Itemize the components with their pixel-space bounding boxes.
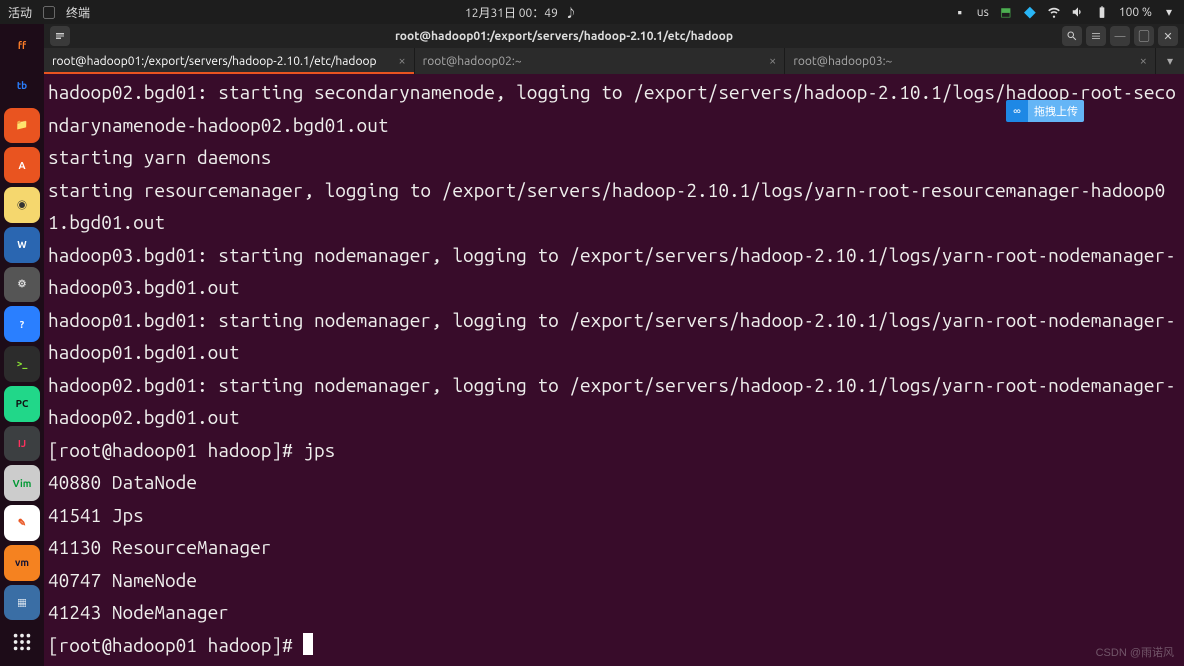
volume-icon[interactable] [1071, 5, 1085, 19]
terminal-line: 41130 ResourceManager [48, 531, 1180, 564]
tab-label: root@hadoop02:~ [423, 55, 522, 68]
terminal-line: [root@hadoop01 hadoop]# [48, 629, 1180, 662]
dock-app-thunderbird[interactable]: tb [4, 68, 40, 104]
dock-app-terminal[interactable]: >_ [4, 346, 40, 382]
terminal-line: hadoop03.bgd01: starting nodemanager, lo… [48, 239, 1180, 304]
terminal-line: starting yarn daemons [48, 141, 1180, 174]
terminal-line: hadoop01.bgd01: starting nodemanager, lo… [48, 304, 1180, 369]
cloud-icon: ∞ [1006, 100, 1028, 122]
app-menu-label[interactable]: 终端 [66, 4, 90, 21]
dock-app-help[interactable]: ? [4, 306, 40, 342]
terminal-line: 41243 NodeManager [48, 596, 1180, 629]
dock-app-image-viewer[interactable]: ▦ [4, 585, 40, 621]
tab-overflow-button[interactable]: ▾ [1156, 48, 1184, 74]
dock-app-text-editor[interactable]: ✎ [4, 505, 40, 541]
gnome-top-panel: 活动 ▢ 终端 12月31日 00：49 ♪ ▪ us ⬒ ◆ 100 % ▾ [0, 0, 1184, 24]
dock-app-firefox[interactable]: ff [4, 28, 40, 64]
dock-app-settings[interactable]: ⚙ [4, 267, 40, 303]
dock-app-libreoffice[interactable]: W [4, 227, 40, 263]
minimize-button[interactable]: ─ [1110, 26, 1130, 46]
dock-app-files[interactable]: 📁 [4, 108, 40, 144]
tray-icon-1[interactable]: ⬒ [999, 5, 1013, 19]
notification-icon[interactable]: ♪ [564, 5, 578, 19]
terminal-line: hadoop02.bgd01: starting nodemanager, lo… [48, 369, 1180, 434]
dock-app-rhythmbox[interactable]: ◉ [4, 187, 40, 223]
terminal-line: 40880 DataNode [48, 466, 1180, 499]
battery-percent: 100 % [1119, 6, 1152, 19]
input-method-label: us [977, 6, 989, 19]
tab-close-icon[interactable]: × [398, 54, 405, 68]
show-applications-button[interactable] [4, 624, 40, 660]
activities-button[interactable]: 活动 [8, 4, 32, 21]
terminal-tab-2[interactable]: root@hadoop02:~ × [415, 48, 786, 74]
ubuntu-dock: ff tb 📁A ◉ W ⚙? >_ PC IJVim ✎ vm ▦ [0, 24, 44, 666]
terminal-tab-1[interactable]: root@hadoop01:/export/servers/hadoop-2.1… [44, 48, 415, 74]
tab-close-icon[interactable]: × [1140, 54, 1147, 68]
dock-app-vm[interactable]: vm [4, 545, 40, 581]
tab-label: root@hadoop03:~ [793, 55, 892, 68]
menu-button[interactable]: ≡ [1086, 26, 1106, 46]
terminal-cursor [303, 633, 313, 655]
tab-label: root@hadoop01:/export/servers/hadoop-2.1… [52, 55, 377, 68]
window-title: root@hadoop01:/export/servers/hadoop-2.1… [70, 30, 1058, 43]
dock-app-idea[interactable]: IJ [4, 426, 40, 462]
terminal-tab-bar: root@hadoop01:/export/servers/hadoop-2.1… [44, 48, 1184, 74]
tab-close-icon[interactable]: × [769, 54, 776, 68]
window-title-bar: root@hadoop01:/export/servers/hadoop-2.1… [44, 24, 1184, 48]
terminal-line: starting resourcemanager, logging to /ex… [48, 174, 1180, 239]
watermark: CSDN @雨诺风 [1096, 644, 1174, 660]
terminal-line: [root@hadoop01 hadoop]# jps [48, 434, 1180, 467]
close-button[interactable]: ✕ [1158, 26, 1178, 46]
search-button[interactable] [1062, 26, 1082, 46]
battery-icon[interactable] [1095, 5, 1109, 19]
new-tab-button[interactable] [50, 26, 70, 46]
terminal-line: 41541 Jps [48, 499, 1180, 532]
dock-app-vim[interactable]: Vim [4, 465, 40, 501]
terminal-line: 40747 NameNode [48, 564, 1180, 597]
terminal-app-icon: ▢ [42, 5, 56, 19]
upload-float-widget[interactable]: ∞ 拖拽上传 [1006, 100, 1084, 122]
clock[interactable]: 12月31日 00：49 [465, 4, 558, 21]
terminal-tab-3[interactable]: root@hadoop03:~ × [785, 48, 1156, 74]
upload-float-label: 拖拽上传 [1028, 100, 1084, 122]
tray-icon-2[interactable]: ◆ [1023, 5, 1037, 19]
wifi-icon[interactable] [1047, 5, 1061, 19]
dock-app-pycharm[interactable]: PC [4, 386, 40, 422]
dock-app-software[interactable]: A [4, 147, 40, 183]
system-menu-chevron-icon[interactable]: ▾ [1162, 5, 1176, 19]
maximize-button[interactable]: ▢ [1134, 26, 1154, 46]
terminal-output[interactable]: hadoop02.bgd01: starting secondarynameno… [44, 74, 1184, 666]
input-method-indicator[interactable]: ▪ [953, 5, 967, 19]
